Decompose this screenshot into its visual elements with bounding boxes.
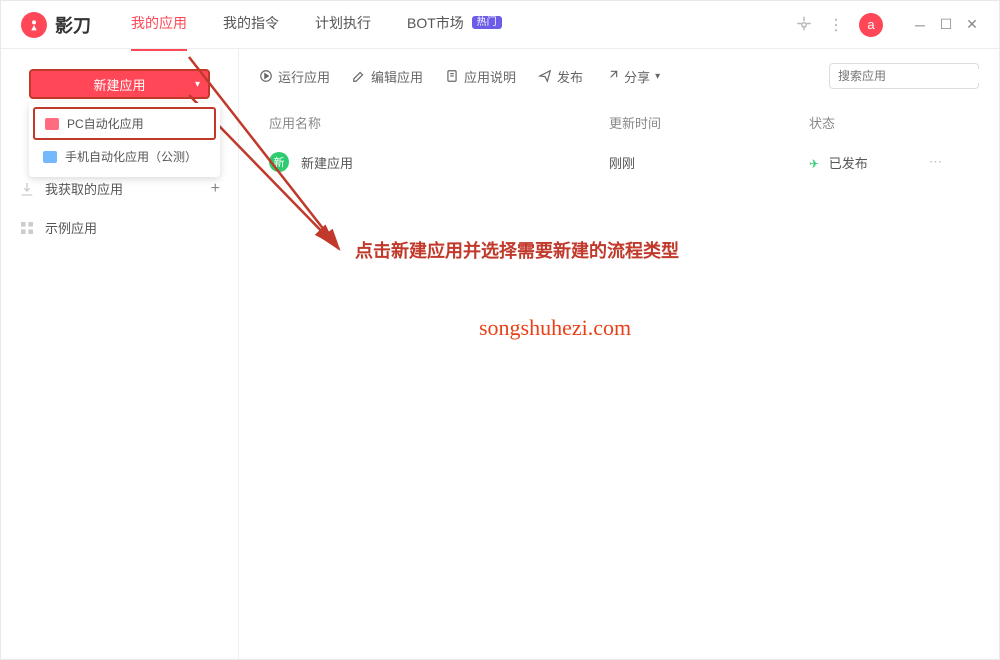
table-header: 应用名称 更新时间 状态 <box>259 113 979 132</box>
col-header-status: 状态 <box>809 113 929 132</box>
sidebar: 新建应用 ▾ PC自动化应用 手机自动化应用（公测） 我获取的应用 + <box>1 49 239 659</box>
edit-app-button[interactable]: 编辑应用 <box>352 67 423 86</box>
tab-bot-market-label: BOT市场 <box>407 15 464 31</box>
plus-icon[interactable]: + <box>211 180 220 198</box>
row-status: ✈ 已发布 <box>809 153 929 172</box>
dropdown-pc-automation[interactable]: PC自动化应用 <box>33 107 216 140</box>
new-app-dropdown: PC自动化应用 手机自动化应用（公测） <box>29 103 220 177</box>
grid-icon <box>19 220 35 236</box>
tab-my-apps[interactable]: 我的应用 <box>131 13 187 37</box>
app-name: 影刀 <box>55 12 91 38</box>
edit-icon <box>352 69 366 83</box>
tab-schedule[interactable]: 计划执行 <box>315 13 371 37</box>
row-app-name: 新建应用 <box>301 153 353 172</box>
share-button[interactable]: 分享 ▾ <box>605 67 660 86</box>
published-icon: ✈ <box>809 157 819 171</box>
play-icon <box>259 69 273 83</box>
publish-button[interactable]: 发布 <box>538 67 583 86</box>
toolbar: 运行应用 编辑应用 应用说明 发布 分享 ▾ <box>259 63 979 89</box>
run-app-button[interactable]: 运行应用 <box>259 67 330 86</box>
maximize-button[interactable]: ☐ <box>939 18 953 32</box>
more-vertical-icon[interactable] <box>827 16 845 34</box>
nav-tabs: 我的应用 我的指令 计划执行 BOT市场 热门 <box>131 13 795 37</box>
send-icon <box>538 69 552 83</box>
document-icon <box>445 69 459 83</box>
logo-icon <box>21 12 47 38</box>
search-input[interactable] <box>838 69 993 83</box>
download-icon <box>19 181 35 197</box>
row-status-label: 已发布 <box>829 156 868 171</box>
search-box[interactable] <box>829 63 979 89</box>
close-button[interactable]: ✕ <box>965 18 979 32</box>
row-more-button[interactable]: ⋯ <box>929 154 969 170</box>
row-time: 刚刚 <box>609 153 809 172</box>
dropdown-mobile-automation[interactable]: 手机自动化应用（公测） <box>29 140 220 173</box>
share-icon <box>605 69 619 83</box>
col-header-time: 更新时间 <box>609 113 809 132</box>
app-header: 影刀 我的应用 我的指令 计划执行 BOT市场 热门 a ─ ☐ ✕ <box>1 1 999 49</box>
col-header-name: 应用名称 <box>269 113 609 132</box>
pc-icon <box>45 118 59 130</box>
new-app-button[interactable]: 新建应用 ▾ <box>29 69 210 99</box>
user-avatar[interactable]: a <box>859 13 883 37</box>
gear-icon[interactable] <box>795 16 813 34</box>
header-actions: a ─ ☐ ✕ <box>795 13 979 37</box>
tab-bot-market[interactable]: BOT市场 热门 <box>407 13 502 37</box>
hot-badge: 热门 <box>472 16 502 29</box>
app-logo: 影刀 <box>21 12 91 38</box>
main-content: 运行应用 编辑应用 应用说明 发布 分享 ▾ <box>239 49 999 659</box>
annotation-instruction: 点击新建应用并选择需要新建的流程类型 <box>355 237 679 263</box>
toolbar-label: 应用说明 <box>464 67 516 86</box>
watermark: songshuhezi.com <box>479 315 631 341</box>
app-desc-button[interactable]: 应用说明 <box>445 67 516 86</box>
table-row[interactable]: 新 新建应用 刚刚 ✈ 已发布 ⋯ <box>259 152 979 172</box>
toolbar-label: 编辑应用 <box>371 67 423 86</box>
sidebar-item-example-apps[interactable]: 示例应用 <box>11 208 228 247</box>
chevron-down-icon: ▾ <box>655 71 660 82</box>
minimize-button[interactable]: ─ <box>913 18 927 32</box>
window-controls: ─ ☐ ✕ <box>913 18 979 32</box>
toolbar-label: 分享 <box>624 67 650 86</box>
sidebar-item-label: 示例应用 <box>45 218 97 237</box>
new-badge: 新 <box>269 152 289 172</box>
tab-my-commands[interactable]: 我的指令 <box>223 13 279 37</box>
dropdown-pc-label: PC自动化应用 <box>67 115 144 132</box>
mobile-icon <box>43 151 57 163</box>
toolbar-label: 发布 <box>557 67 583 86</box>
toolbar-label: 运行应用 <box>278 67 330 86</box>
chevron-down-icon: ▾ <box>195 79 200 90</box>
sidebar-item-label: 我获取的应用 <box>45 179 123 198</box>
new-app-button-label: 新建应用 <box>93 75 145 94</box>
dropdown-mobile-label: 手机自动化应用（公测） <box>65 148 197 165</box>
